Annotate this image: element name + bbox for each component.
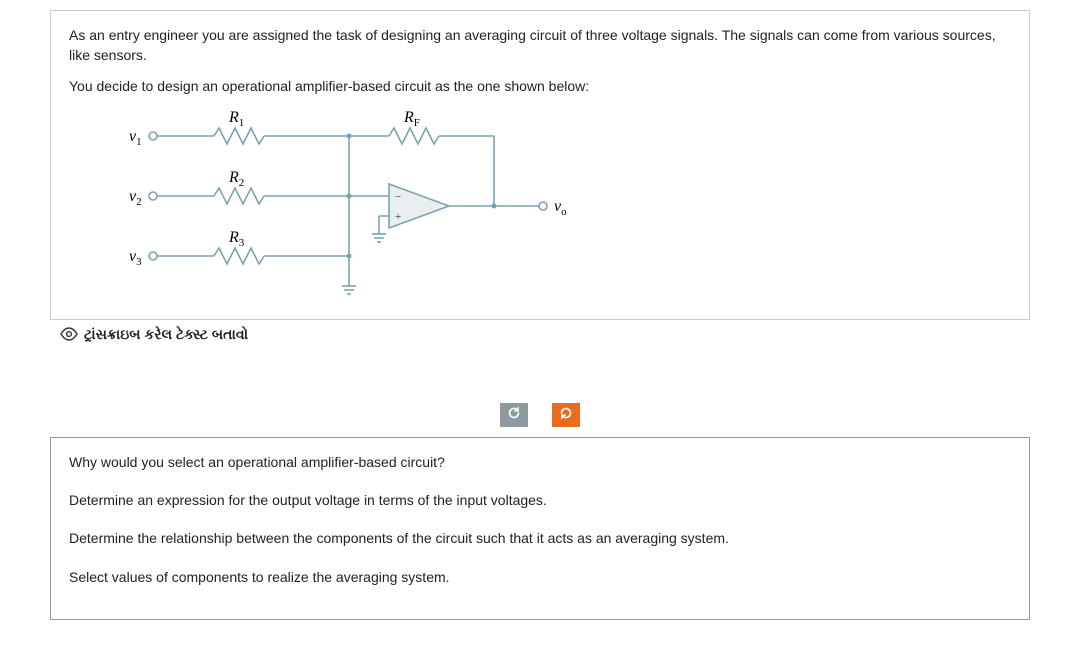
svg-text:vo: vo <box>554 198 567 218</box>
question-4: Select values of components to realize t… <box>69 567 1011 587</box>
problem-intro-2: You decide to design an operational ampl… <box>69 76 1011 96</box>
svg-text:−: − <box>395 191 401 203</box>
svg-text:R1: R1 <box>228 109 244 129</box>
svg-text:+: + <box>395 211 401 223</box>
refresh-icon <box>559 406 573 423</box>
question-3: Determine the relationship between the c… <box>69 528 1011 548</box>
svg-text:v2: v2 <box>129 188 142 208</box>
question-1: Why would you select an operational ampl… <box>69 452 1011 472</box>
action-buttons <box>0 403 1080 427</box>
question-2: Determine an expression for the output v… <box>69 490 1011 510</box>
svg-text:RF: RF <box>403 109 420 129</box>
circuit-diagram: − + v1 v2 v3 R1 R2 R3 RF vo <box>99 106 1011 309</box>
svg-text:v1: v1 <box>129 128 142 148</box>
reset-button[interactable] <box>500 403 528 427</box>
questions-card: Why would you select an operational ampl… <box>50 437 1030 620</box>
eye-icon <box>60 327 78 341</box>
refresh-icon <box>507 406 521 423</box>
svg-text:v3: v3 <box>129 248 142 268</box>
show-transcribed-text[interactable]: ટ્રાંસક્રાઇબ કરેલ ટેક્સ્ટ બતાવો <box>60 326 1080 343</box>
svg-text:R2: R2 <box>228 169 244 189</box>
problem-card: As an entry engineer you are assigned th… <box>50 10 1030 320</box>
submit-button[interactable] <box>552 403 580 427</box>
problem-intro-1: As an entry engineer you are assigned th… <box>69 25 1011 66</box>
transcribe-label: ટ્રાંસક્રાઇબ કરેલ ટેક્સ્ટ બતાવો <box>84 326 248 343</box>
svg-text:R3: R3 <box>228 229 245 249</box>
